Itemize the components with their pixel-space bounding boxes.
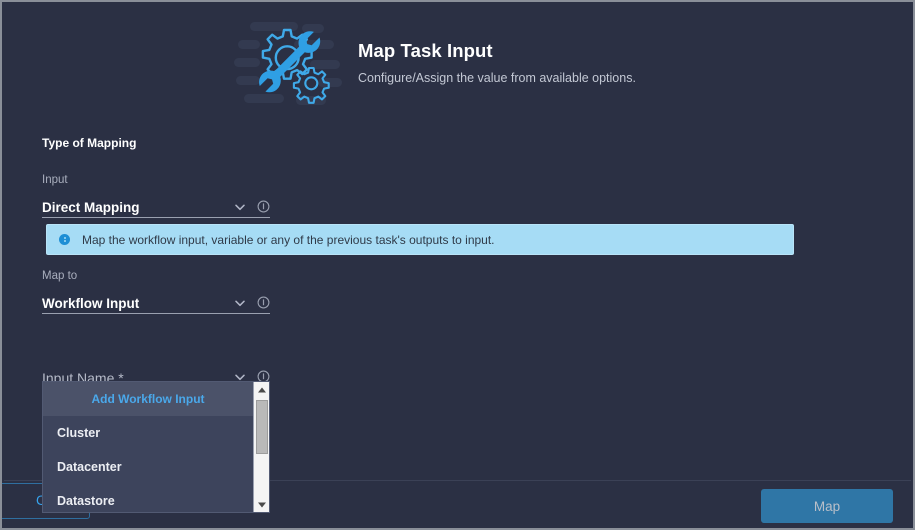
- input-name-dropdown-menu[interactable]: Add Workflow Input Cluster Datacenter Da…: [42, 381, 270, 513]
- field-input-value: Direct Mapping: [42, 200, 140, 215]
- chevron-down-icon[interactable]: [233, 296, 247, 310]
- info-circle-icon[interactable]: [257, 200, 270, 213]
- scrollbar-thumb[interactable]: [256, 400, 268, 454]
- dropdown-item-datastore[interactable]: Datastore: [43, 484, 253, 512]
- field-input-label: Input: [42, 174, 68, 186]
- dialog-window: Map Task Input Configure/Assign the valu…: [0, 0, 915, 530]
- gears-wrench-icon: [234, 12, 346, 112]
- field-input: Input Direct Mapping: [42, 174, 270, 218]
- triangle-up-icon[interactable]: [254, 382, 269, 397]
- section-title-type-of-mapping: Type of Mapping: [42, 136, 137, 150]
- dropdown-scrollbar[interactable]: [253, 382, 269, 512]
- field-map-to-label: Map to: [42, 270, 78, 282]
- info-banner-text: Map the workflow input, variable or any …: [82, 232, 495, 247]
- info-banner: Map the workflow input, variable or any …: [46, 224, 794, 255]
- dialog-header: Map Task Input Configure/Assign the valu…: [2, 2, 913, 122]
- map-button[interactable]: Map: [761, 489, 893, 523]
- info-circle-icon: [59, 234, 70, 245]
- chevron-down-icon[interactable]: [233, 200, 247, 214]
- field-input-control[interactable]: Direct Mapping: [42, 194, 270, 218]
- triangle-down-icon[interactable]: [254, 497, 269, 512]
- dropdown-item-datacenter[interactable]: Datacenter: [43, 450, 253, 484]
- info-circle-icon[interactable]: [257, 296, 270, 309]
- dropdown-option-list: Add Workflow Input Cluster Datacenter Da…: [43, 382, 253, 512]
- field-map-to-control[interactable]: Workflow Input: [42, 290, 270, 314]
- header-text-block: Map Task Input Configure/Assign the valu…: [358, 40, 636, 85]
- page-subtitle: Configure/Assign the value from availabl…: [358, 70, 636, 85]
- dropdown-item-add-workflow-input[interactable]: Add Workflow Input: [43, 382, 253, 416]
- dropdown-item-cluster[interactable]: Cluster: [43, 416, 253, 450]
- page-title: Map Task Input: [358, 39, 493, 61]
- dialog-body: Type of Mapping Input Direct Mapping Map…: [2, 122, 913, 513]
- field-map-to-value: Workflow Input: [42, 296, 140, 311]
- field-map-to: Map to Workflow Input: [42, 270, 270, 314]
